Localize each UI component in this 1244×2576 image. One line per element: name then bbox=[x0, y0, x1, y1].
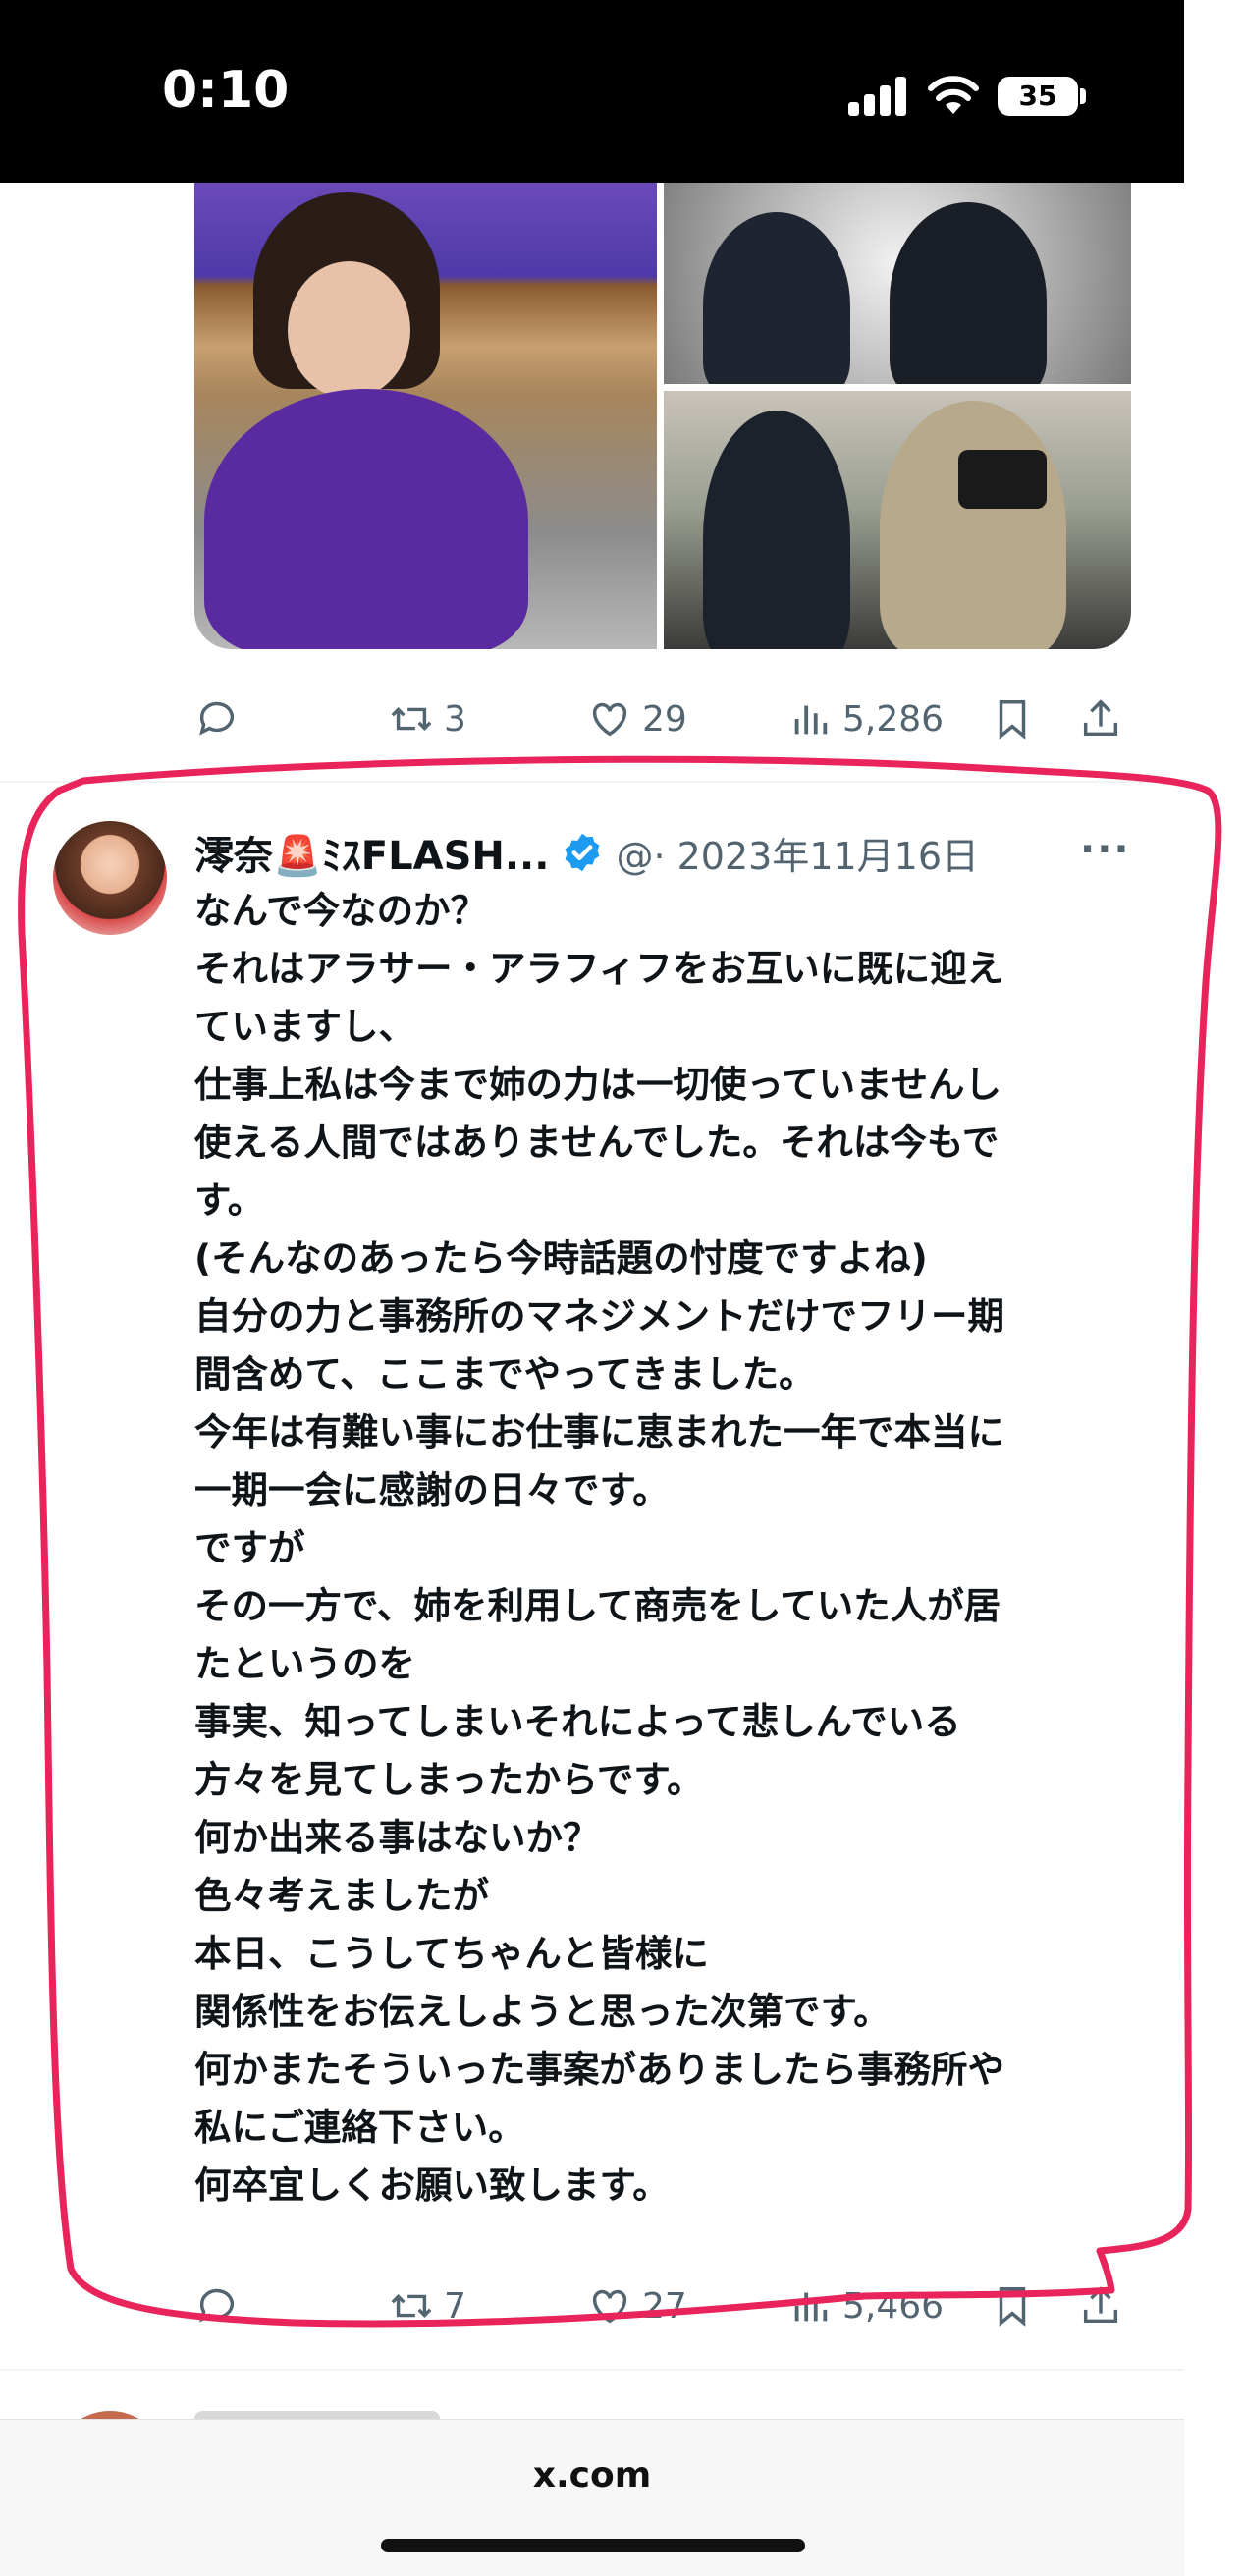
tweet-line: 今年は有難い事にお仕事に恵まれた一年で本当に bbox=[194, 1410, 1004, 1453]
tweet-line: 一期一会に感謝の日々です。 bbox=[194, 1468, 670, 1511]
battery-tip bbox=[1080, 88, 1086, 104]
tweet-line: それはアラサー・アラフィフをお互いに既に迎え bbox=[194, 947, 1004, 990]
tweet-line: 方々を見てしまったからです。 bbox=[194, 1758, 704, 1801]
tweet-line: 間含めて、ここまでやってきました。 bbox=[194, 1352, 816, 1396]
tweet-line: たというのを bbox=[194, 1642, 415, 1685]
like-button[interactable]: 29 bbox=[587, 689, 687, 748]
bookmark-icon bbox=[999, 2287, 1026, 2327]
tweet-line: 事実、知ってしまいそれによって悲しんでいる bbox=[194, 1700, 961, 1743]
retweet-icon bbox=[391, 706, 432, 732]
views-button[interactable]: 5,286 bbox=[787, 689, 944, 748]
author-avatar[interactable] bbox=[53, 821, 167, 935]
reply-button[interactable] bbox=[194, 2276, 240, 2335]
tweet-line: ですが bbox=[194, 1526, 305, 1569]
tweet-header: 澪奈🚨ﾐｽFLASH... @· 2023年11月16日 bbox=[194, 825, 979, 880]
tweet-action-bar: 7 27 5,466 bbox=[194, 2276, 1137, 2335]
tweet-line: 関係性をお伝えしようと思った次第です。 bbox=[194, 1990, 891, 2033]
url-text[interactable]: x.com bbox=[0, 2455, 1184, 2495]
cellular-signal-icon bbox=[848, 77, 907, 116]
share-button[interactable] bbox=[1078, 2276, 1123, 2335]
bookmark-button[interactable] bbox=[990, 689, 1035, 748]
heart-icon bbox=[592, 2289, 627, 2324]
share-button[interactable] bbox=[1078, 689, 1123, 748]
views-chart-icon bbox=[794, 705, 828, 735]
reply-button[interactable] bbox=[194, 689, 240, 748]
tweet-line: 仕事上私は今まで姉の力は一切使っていませんし bbox=[194, 1063, 1001, 1106]
tweet-line: 何卒宜しくお願い致します。 bbox=[194, 2164, 670, 2207]
battery-level: 35 bbox=[1018, 80, 1057, 112]
tweet-line: す。 bbox=[194, 1178, 265, 1222]
edge-margin bbox=[1184, 0, 1244, 2575]
retweet-count: 7 bbox=[444, 2285, 466, 2327]
tweet-line: (そんなのあったら今時話題の忖度ですよね) bbox=[194, 1236, 928, 1280]
photo-woman-and-cameraman[interactable] bbox=[664, 391, 1131, 649]
views-count: 5,286 bbox=[842, 698, 945, 740]
tweet-line: 色々考えましたが bbox=[194, 1874, 489, 1917]
tweet-line: 本日、こうしてちゃんと皆様に bbox=[194, 1932, 709, 1975]
media-grid[interactable] bbox=[194, 183, 1131, 649]
views-button[interactable]: 5,466 bbox=[787, 2276, 944, 2335]
tweet-line: その一方で、姉を利用して商売をしていた人が居 bbox=[194, 1584, 1001, 1627]
tweet-divider bbox=[0, 781, 1184, 783]
reply-icon bbox=[199, 2288, 235, 2323]
tweet-line: 使える人間ではありませんでした。それは今もで bbox=[194, 1121, 1000, 1164]
more-options-icon[interactable]: ··· bbox=[1080, 830, 1129, 869]
heart-icon bbox=[592, 702, 627, 737]
home-indicator[interactable] bbox=[381, 2539, 805, 2552]
share-icon bbox=[1083, 699, 1118, 737]
bookmark-icon bbox=[999, 700, 1026, 740]
tweet-line: 自分の力と事務所のマネジメントだけでフリー期 bbox=[194, 1294, 1004, 1338]
reply-icon bbox=[199, 701, 235, 736]
tweet-line: 何かまたそういった事案がありましたら事務所や bbox=[194, 2048, 1004, 2091]
prev-tweet-action-bar: 3 29 5,286 bbox=[194, 689, 1137, 748]
retweet-button[interactable]: 3 bbox=[389, 689, 466, 748]
views-count: 5,466 bbox=[842, 2285, 945, 2327]
wifi-icon bbox=[928, 76, 979, 114]
battery-icon: 35 bbox=[998, 77, 1078, 116]
retweet-button[interactable]: 7 bbox=[389, 2276, 466, 2335]
tweet-line: 私にご連絡下さい。 bbox=[194, 2106, 525, 2149]
photo-woman-purple-outfit[interactable] bbox=[194, 183, 657, 649]
tweet-text: なんで今なのか？ それはアラサー・アラフィフをお互いに既に迎え ていますし、 仕… bbox=[194, 882, 1137, 2215]
handle-and-date[interactable]: @· 2023年11月16日 bbox=[616, 826, 979, 880]
bookmark-button[interactable] bbox=[990, 2276, 1035, 2335]
tweet-line: 何か出来る事はないか？ bbox=[194, 1816, 600, 1859]
author-name[interactable]: 澪奈🚨ﾐｽFLASH... bbox=[194, 824, 549, 881]
tweet-line: なんで今なのか？ bbox=[194, 889, 488, 932]
like-count: 27 bbox=[642, 2285, 687, 2327]
tweet-divider bbox=[0, 2369, 1184, 2371]
browser-url-bar[interactable] bbox=[0, 2419, 1184, 2576]
status-time: 0:10 bbox=[162, 61, 290, 120]
tweet-line: ていますし、 bbox=[194, 1005, 415, 1048]
retweet-count: 3 bbox=[444, 698, 466, 740]
views-chart-icon bbox=[794, 2292, 828, 2322]
retweet-icon bbox=[391, 2293, 432, 2319]
share-icon bbox=[1083, 2286, 1118, 2324]
verified-badge-icon bbox=[566, 833, 600, 872]
like-count: 29 bbox=[642, 698, 687, 740]
photo-two-people-dark-coats[interactable] bbox=[664, 183, 1131, 384]
like-button[interactable]: 27 bbox=[587, 2276, 687, 2335]
